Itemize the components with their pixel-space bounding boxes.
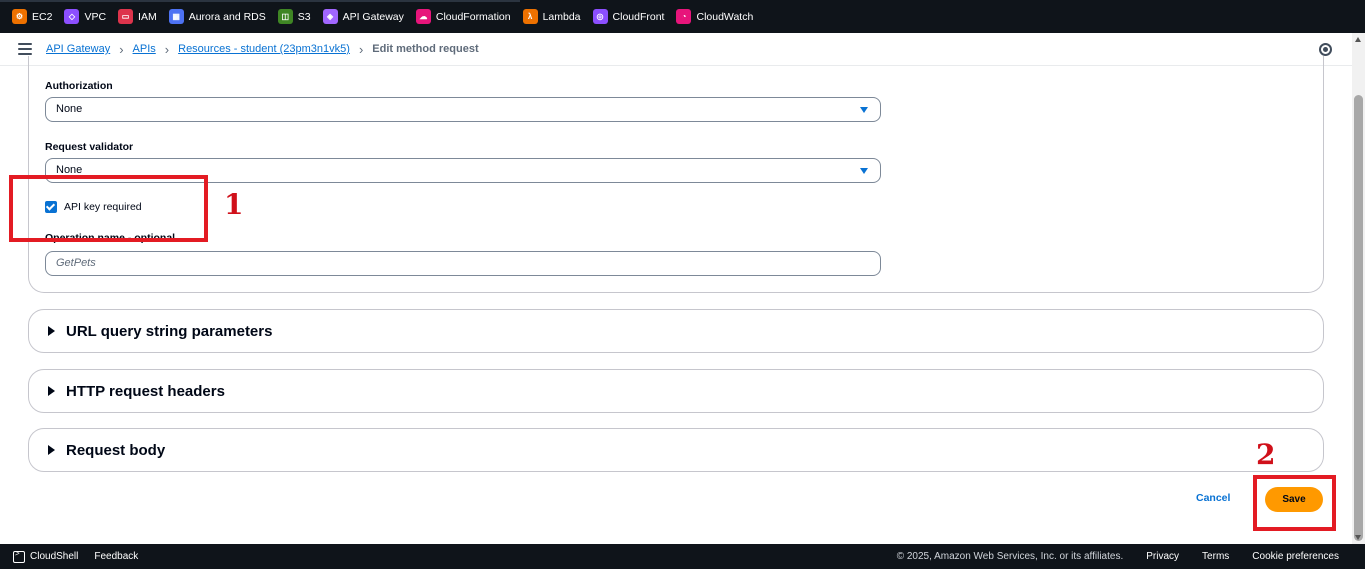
- service-iam[interactable]: ▭ IAM: [118, 9, 157, 24]
- operation-name-input[interactable]: GetPets: [45, 251, 881, 276]
- service-cloudformation[interactable]: ☁ CloudFormation: [415, 9, 511, 24]
- section-title: URL query string parameters: [66, 322, 273, 340]
- main-content: Authorization None Request validator Non…: [0, 56, 1352, 544]
- service-label: Lambda: [542, 10, 581, 23]
- chevron-right-icon: ›: [119, 41, 124, 57]
- privacy-link[interactable]: Privacy: [1146, 551, 1179, 562]
- footer-links: © 2025, Amazon Web Services, Inc. or its…: [897, 551, 1339, 562]
- service-api-gateway[interactable]: ◈ API Gateway: [322, 9, 404, 24]
- authorization-value: None: [56, 103, 83, 115]
- service-label: CloudFront: [612, 10, 665, 23]
- lambda-icon: λ: [522, 9, 538, 24]
- service-label: Aurora and RDS: [188, 10, 266, 23]
- cancel-button[interactable]: Cancel: [1196, 492, 1230, 504]
- service-label: CloudWatch: [696, 10, 754, 23]
- caret-down-icon: [860, 107, 868, 113]
- vpc-icon: ◇: [64, 9, 80, 24]
- service-cloudwatch[interactable]: ◔ CloudWatch: [676, 9, 753, 24]
- copyright-text: © 2025, Amazon Web Services, Inc. or its…: [896, 551, 1124, 562]
- authorization-select[interactable]: None: [45, 97, 881, 122]
- service-ec2[interactable]: ⚙ EC2: [12, 9, 52, 24]
- ec2-icon: ⚙: [12, 9, 27, 24]
- cloudshell-link[interactable]: CloudShell: [30, 551, 78, 562]
- settings-icon[interactable]: [1319, 43, 1332, 56]
- service-label: CloudFormation: [435, 10, 511, 23]
- annotation-number-2: 2: [1256, 438, 1276, 471]
- feedback-link[interactable]: Feedback: [94, 551, 138, 562]
- iam-icon: ▭: [118, 9, 134, 24]
- chevron-right-icon: ›: [164, 41, 170, 57]
- top-border: [0, 0, 520, 2]
- menu-icon[interactable]: [18, 43, 32, 55]
- terms-link[interactable]: Terms: [1202, 551, 1229, 562]
- service-s3[interactable]: ◫ S3: [277, 9, 311, 24]
- service-vpc[interactable]: ◇ VPC: [64, 9, 106, 24]
- rds-icon: ▦: [168, 9, 184, 24]
- cloudshell-icon[interactable]: [13, 549, 25, 563]
- service-cloudfront[interactable]: ◎ CloudFront: [592, 9, 665, 24]
- annotation-box-1: [9, 175, 208, 242]
- service-rds[interactable]: ▦ Aurora and RDS: [168, 9, 266, 24]
- service-label: S3: [297, 10, 311, 23]
- scroll-up-icon[interactable]: [1355, 37, 1361, 42]
- breadcrumb-resources[interactable]: Resources - student (23pm3n1vk5): [178, 43, 350, 55]
- request-validator-label: Request validator: [45, 141, 134, 153]
- cookie-preferences-link[interactable]: Cookie preferences: [1252, 551, 1339, 562]
- caret-right-icon: [48, 445, 55, 455]
- cloudfront-icon: ◎: [592, 9, 608, 24]
- section-title: Request body: [66, 441, 166, 459]
- service-label: VPC: [84, 10, 107, 23]
- service-label: IAM: [138, 10, 157, 23]
- cloudformation-icon: ☁: [415, 9, 431, 24]
- chevron-right-icon: ›: [358, 41, 364, 57]
- service-lambda[interactable]: λ Lambda: [522, 9, 581, 24]
- breadcrumb-apis[interactable]: APIs: [133, 43, 156, 55]
- caret-right-icon: [48, 386, 55, 396]
- caret-down-icon: [860, 168, 868, 174]
- breadcrumb-current: Edit method request: [372, 43, 479, 55]
- service-label: EC2: [32, 10, 53, 23]
- annotation-number-1: 1: [224, 188, 244, 221]
- operation-name-placeholder: GetPets: [56, 257, 96, 269]
- url-query-string-parameters-section[interactable]: URL query string parameters: [28, 309, 1324, 353]
- api-gateway-icon: ◈: [322, 9, 338, 24]
- annotation-box-2: [1253, 475, 1336, 531]
- scrollbar[interactable]: [1352, 33, 1365, 544]
- breadcrumb-api-gateway[interactable]: API Gateway: [46, 43, 110, 55]
- http-request-headers-section[interactable]: HTTP request headers: [28, 369, 1324, 413]
- footer-bar: CloudShell Feedback © 2025, Amazon Web S…: [0, 544, 1365, 569]
- cloudwatch-icon: ◔: [676, 9, 692, 24]
- section-title: HTTP request headers: [66, 382, 225, 400]
- request-body-section[interactable]: Request body: [28, 428, 1324, 472]
- s3-icon: ◫: [277, 9, 293, 24]
- service-label: API Gateway: [342, 10, 404, 23]
- scroll-down-icon[interactable]: [1355, 535, 1361, 540]
- caret-right-icon: [48, 326, 55, 336]
- services-bar: ⚙ EC2 ◇ VPC ▭ IAM ▦ Aurora and RDS ◫ S3 ◈ API …: [0, 0, 1365, 33]
- scroll-thumb[interactable]: [1354, 95, 1363, 541]
- authorization-label: Authorization: [45, 80, 113, 92]
